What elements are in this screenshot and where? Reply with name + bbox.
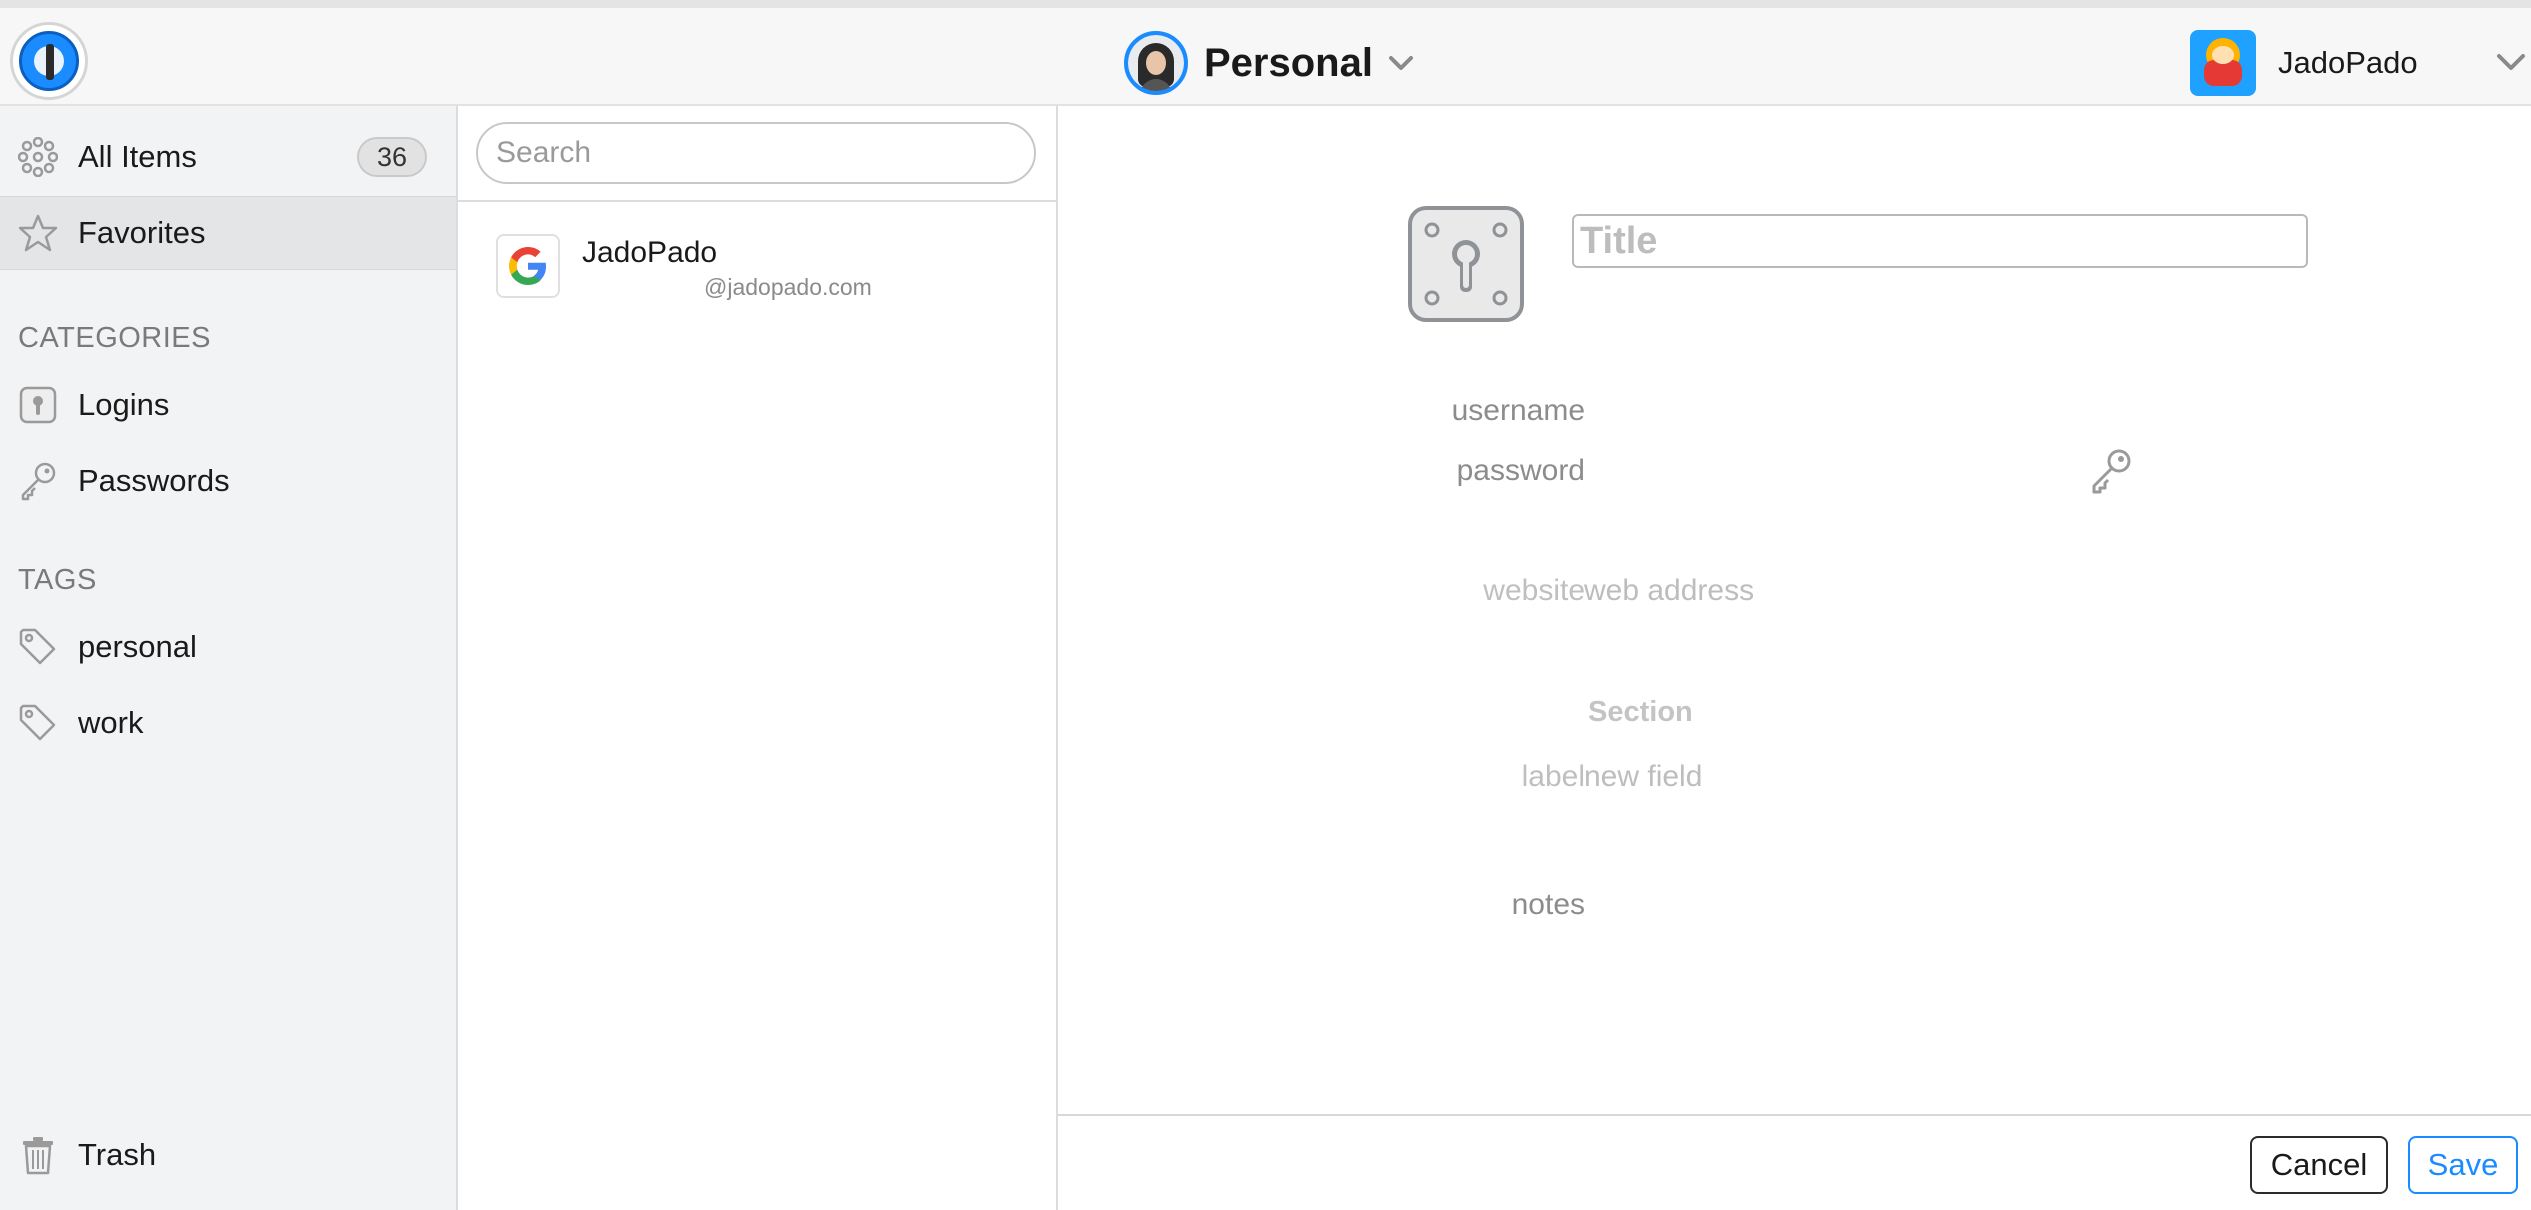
vault-avatar xyxy=(1124,31,1188,95)
editor-footer: Cancel Save xyxy=(1058,1114,2531,1210)
tags-heading: TAGS xyxy=(18,564,97,596)
title-input[interactable] xyxy=(1572,214,2308,268)
sidebar-item-tag-work[interactable]: work xyxy=(0,686,456,760)
notes-label: notes xyxy=(1511,888,1585,921)
key-icon xyxy=(18,461,58,501)
password-field[interactable] xyxy=(1584,454,2064,490)
all-items-icon xyxy=(18,137,58,177)
sidebar-item-passwords[interactable]: Passwords xyxy=(0,444,456,518)
trash-icon xyxy=(18,1135,58,1175)
list-item[interactable]: JadoPado @jadopado.com xyxy=(458,218,1056,314)
list-item-title: JadoPado xyxy=(582,236,718,269)
login-keyhole-icon xyxy=(18,385,58,425)
categories-heading: CATEGORIES xyxy=(18,322,211,354)
sidebar-item-logins[interactable]: Logins xyxy=(0,368,456,442)
password-label: password xyxy=(1456,454,1585,487)
account-switcher[interactable]: JadoPado xyxy=(2190,30,2418,96)
sidebar-item-label: work xyxy=(78,705,144,740)
cancel-button[interactable]: Cancel xyxy=(2250,1136,2388,1194)
login-keyhole-icon[interactable] xyxy=(1408,206,1524,322)
account-chevron-down-icon[interactable] xyxy=(2496,50,2526,74)
sidebar-item-tag-personal[interactable]: personal xyxy=(0,610,456,684)
search-bar xyxy=(458,106,1056,202)
sidebar-item-label: personal xyxy=(78,629,197,664)
account-avatar xyxy=(2190,30,2256,96)
item-editor: username password website web address Se… xyxy=(1058,106,2531,1116)
sidebar-item-label: All Items xyxy=(78,139,197,174)
sidebar: All Items 36 Favorites CATEGORIES Logins xyxy=(0,106,458,1210)
notes-field[interactable] xyxy=(1584,888,2384,924)
google-icon xyxy=(496,234,560,298)
vault-switcher[interactable]: Personal xyxy=(1124,28,1415,98)
search-input[interactable] xyxy=(476,122,1036,184)
sidebar-item-trash[interactable]: Trash xyxy=(0,1118,456,1192)
title-bar: Personal JadoPado xyxy=(0,0,2531,106)
sidebar-item-favorites[interactable]: Favorites xyxy=(0,196,456,270)
section-title[interactable]: Section xyxy=(1588,696,1693,729)
custom-field-value[interactable]: new field xyxy=(1584,760,1702,794)
username-field[interactable] xyxy=(1584,394,2084,430)
chevron-down-icon xyxy=(1388,56,1413,70)
tag-icon xyxy=(18,703,58,743)
sidebar-item-label: Trash xyxy=(78,1137,157,1172)
website-field[interactable]: web address xyxy=(1584,574,1754,608)
website-label: website xyxy=(1483,574,1585,607)
save-button[interactable]: Save xyxy=(2408,1136,2518,1194)
list-item-subtitle: @jadopado.com xyxy=(704,274,872,300)
custom-field-label[interactable]: label xyxy=(1522,760,1585,794)
account-name: JadoPado xyxy=(2278,45,2418,80)
sidebar-item-label: Logins xyxy=(78,387,170,422)
tag-icon xyxy=(18,627,58,667)
username-label: username xyxy=(1451,394,1585,427)
sidebar-item-label: Favorites xyxy=(78,215,206,250)
app-logo-icon[interactable] xyxy=(10,22,88,100)
password-generator-key-icon[interactable] xyxy=(2086,446,2136,496)
item-list-pane: JadoPado @jadopado.com xyxy=(458,106,1058,1210)
sidebar-item-all-items[interactable]: All Items 36 xyxy=(0,120,456,194)
item-count-badge: 36 xyxy=(357,137,427,177)
star-icon xyxy=(18,213,58,253)
vault-name: Personal xyxy=(1204,40,1373,85)
sidebar-item-label: Passwords xyxy=(78,463,230,498)
